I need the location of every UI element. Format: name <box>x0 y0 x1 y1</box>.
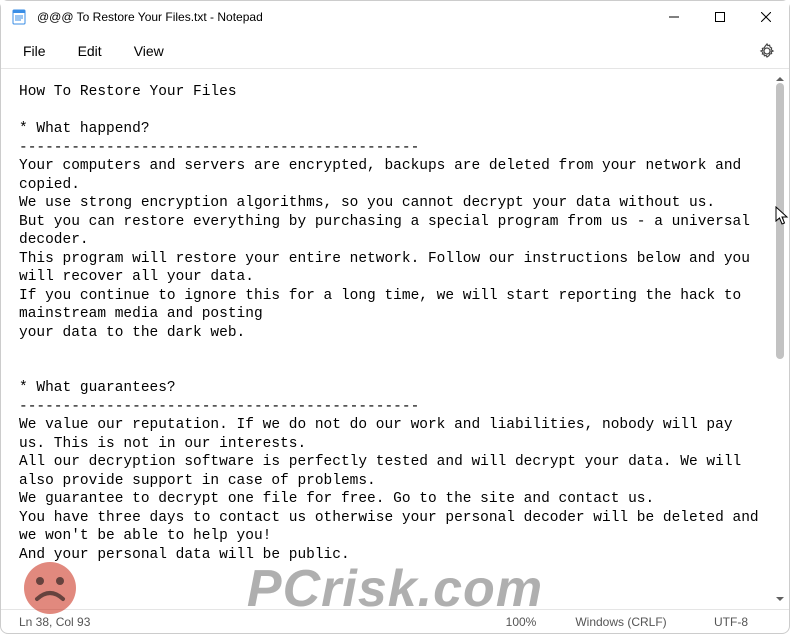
titlebar: @@@ To Restore Your Files.txt - Notepad <box>1 1 789 33</box>
maximize-button[interactable] <box>697 1 743 33</box>
menu-view[interactable]: View <box>118 37 180 65</box>
window-title: @@@ To Restore Your Files.txt - Notepad <box>37 10 651 24</box>
close-button[interactable] <box>743 1 789 33</box>
menu-file[interactable]: File <box>7 37 62 65</box>
menu-edit[interactable]: Edit <box>62 37 118 65</box>
notepad-icon <box>11 9 27 25</box>
status-cursor-position: Ln 38, Col 93 <box>9 615 129 629</box>
gear-icon <box>759 43 775 59</box>
settings-button[interactable] <box>751 35 783 67</box>
status-encoding: UTF-8 <box>681 615 781 629</box>
editor-area: How To Restore Your Files * What happend… <box>1 69 789 609</box>
vertical-scrollbar[interactable] <box>774 83 786 595</box>
statusbar: Ln 38, Col 93 100% Windows (CRLF) UTF-8 <box>1 609 789 633</box>
minimize-button[interactable] <box>651 1 697 33</box>
window-controls <box>651 1 789 33</box>
status-zoom: 100% <box>481 615 561 629</box>
menubar: File Edit View <box>1 33 789 69</box>
scrollbar-thumb[interactable] <box>776 83 784 359</box>
text-editor[interactable]: How To Restore Your Files * What happend… <box>1 69 773 609</box>
status-line-ending: Windows (CRLF) <box>561 615 681 629</box>
